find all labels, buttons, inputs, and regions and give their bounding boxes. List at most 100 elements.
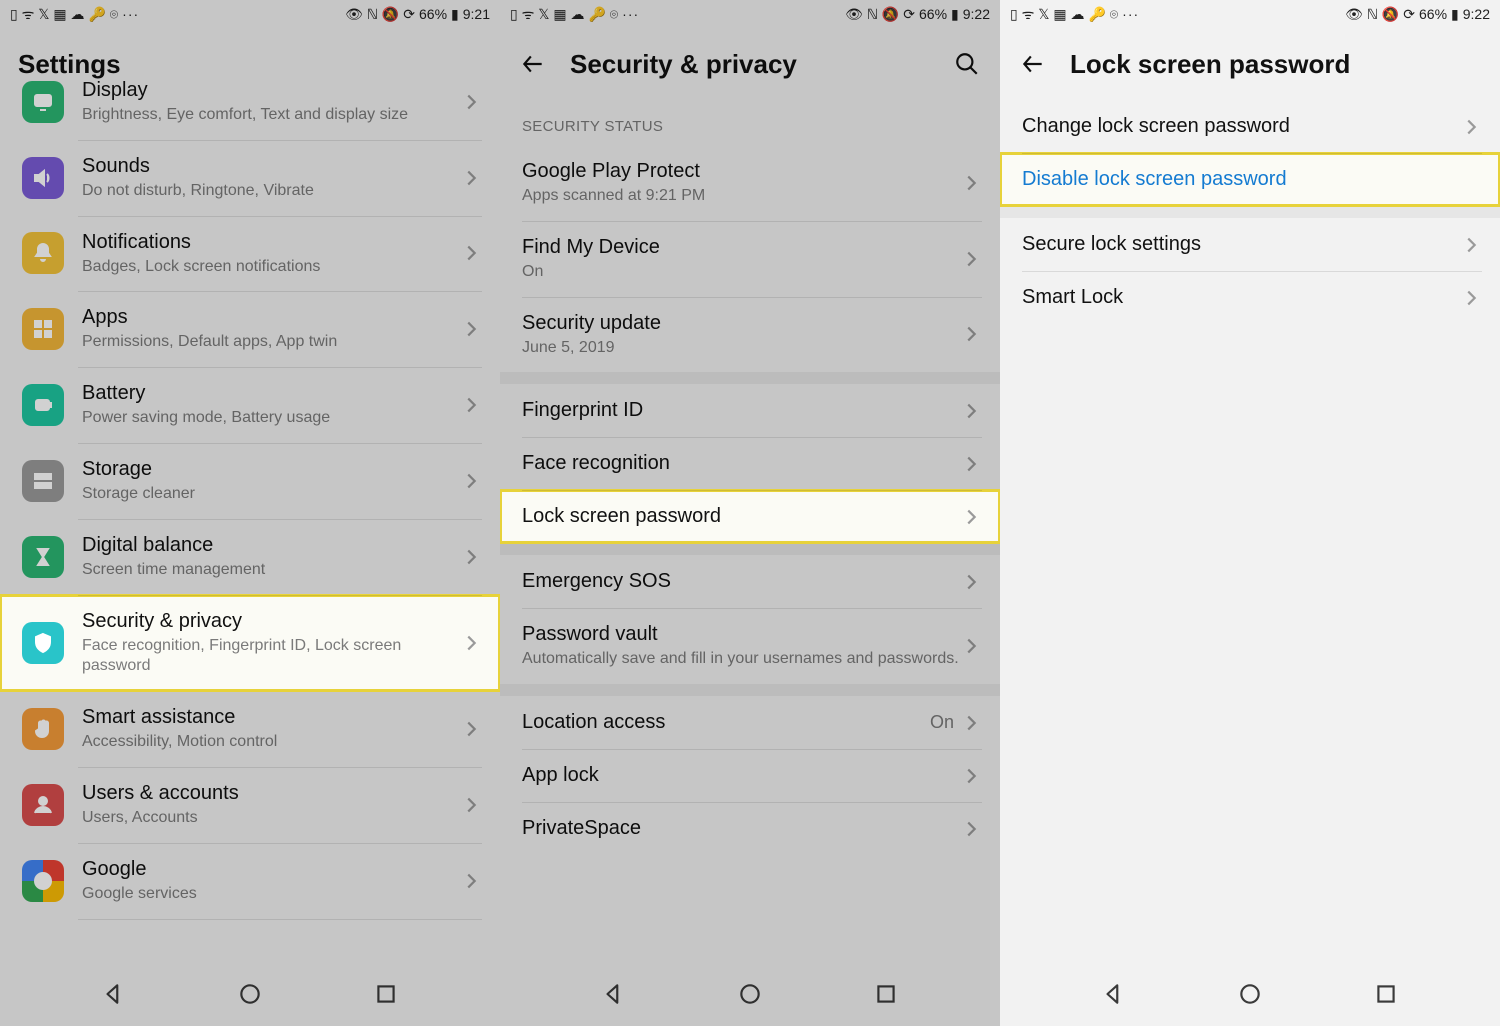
row-label: Google Play Protect xyxy=(522,159,960,184)
status-bar: ▯ ᯤ 𝕏 ▦ ☁ 🔑 ⌾ ··· 👁 ℕ 🔕 ⟳ 66% ▮ 9:22 xyxy=(500,0,1000,28)
chevron-right-icon xyxy=(960,818,982,840)
chevron-right-icon xyxy=(960,635,982,657)
lockscreen-row-smart-lock[interactable]: Smart Lock xyxy=(1000,271,1500,324)
nav-recents-icon[interactable] xyxy=(373,981,399,1012)
row-label: Apps xyxy=(82,305,460,330)
row-label: Sounds xyxy=(82,154,460,179)
status-left-icons: ▯ ᯤ 𝕏 ▦ ☁ 🔑 ⌾ xyxy=(10,5,118,24)
chevron-right-icon xyxy=(460,318,482,340)
row-subtitle: Accessibility, Motion control xyxy=(82,732,460,753)
nav-bar xyxy=(1000,966,1500,1026)
status-left-icons: ▯ ᯤ 𝕏 ▦ ☁ 🔑 ⌾ xyxy=(1010,5,1118,24)
battery-icon: ▮ xyxy=(951,6,959,23)
status-bar: ▯ ᯤ 𝕏 ▦ ☁ 🔑 ⌾ ··· 👁 ℕ 🔕 ⟳ 66% ▮ 9:22 xyxy=(1000,0,1500,28)
screen-security-privacy: ▯ ᯤ 𝕏 ▦ ☁ 🔑 ⌾ ··· 👁 ℕ 🔕 ⟳ 66% ▮ 9:22 Sec… xyxy=(500,0,1000,1026)
row-label: Google xyxy=(82,857,460,882)
row-label: Face recognition xyxy=(522,451,960,476)
row-subtitle: Apps scanned at 9:21 PM xyxy=(522,186,960,207)
search-icon[interactable] xyxy=(952,49,982,79)
chevron-right-icon xyxy=(460,718,482,740)
settings-row-notifications[interactable]: NotificationsBadges, Lock screen notific… xyxy=(0,216,500,292)
security-row-password-vault[interactable]: Password vaultAutomatically save and fil… xyxy=(500,608,1000,684)
security-row-lock-screen-password[interactable]: Lock screen password xyxy=(500,490,1000,543)
settings-row-users-accounts[interactable]: Users & accountsUsers, Accounts xyxy=(0,767,500,843)
nav-recents-icon[interactable] xyxy=(873,981,899,1012)
page-title: Lock screen password xyxy=(1070,49,1482,80)
settings-row-system[interactable]: System xyxy=(0,919,500,930)
row-label: Security & privacy xyxy=(82,609,460,634)
row-label: PrivateSpace xyxy=(522,816,960,841)
security-row-location-access[interactable]: Location accessOn xyxy=(500,696,1000,749)
lockscreen-row-disable-lock-screen-password[interactable]: Disable lock screen password xyxy=(1000,153,1500,206)
row-subtitle: Permissions, Default apps, App twin xyxy=(82,332,460,353)
chevron-right-icon xyxy=(1460,116,1482,138)
security-row-find-my-device[interactable]: Find My DeviceOn xyxy=(500,221,1000,297)
row-label: Display xyxy=(82,78,460,103)
row-subtitle: Do not disturb, Ringtone, Vibrate xyxy=(82,181,460,202)
volume-icon xyxy=(22,157,64,199)
nav-recents-icon[interactable] xyxy=(1373,981,1399,1012)
row-subtitle: June 5, 2019 xyxy=(522,338,960,359)
row-label: Battery xyxy=(82,381,460,406)
security-row-google-play-protect[interactable]: Google Play ProtectApps scanned at 9:21 … xyxy=(500,145,1000,221)
chevron-right-icon xyxy=(960,765,982,787)
settings-row-storage[interactable]: StorageStorage cleaner xyxy=(0,443,500,519)
battery-icon: ▮ xyxy=(451,6,459,23)
settings-row-security-privacy[interactable]: Security & privacyFace recognition, Fing… xyxy=(0,595,500,692)
settings-row-google[interactable]: GoogleGoogle services xyxy=(0,843,500,919)
status-right-icons: 👁 ℕ 🔕 ⟳ xyxy=(845,6,915,23)
chevron-right-icon xyxy=(960,172,982,194)
security-row-emergency-sos[interactable]: Emergency SOS xyxy=(500,555,1000,608)
chevron-right-icon xyxy=(460,470,482,492)
nav-home-icon[interactable] xyxy=(1237,981,1263,1012)
bell-icon xyxy=(22,232,64,274)
chevron-right-icon xyxy=(460,394,482,416)
security-row-app-lock[interactable]: App lock xyxy=(500,749,1000,802)
settings-row-battery[interactable]: BatteryPower saving mode, Battery usage xyxy=(0,367,500,443)
settings-row-digital-balance[interactable]: Digital balanceScreen time management xyxy=(0,519,500,595)
row-subtitle: Storage cleaner xyxy=(82,484,460,505)
screen-lock-screen-password: ▯ ᯤ 𝕏 ▦ ☁ 🔑 ⌾ ··· 👁 ℕ 🔕 ⟳ 66% ▮ 9:22 Loc… xyxy=(1000,0,1500,1026)
chevron-right-icon xyxy=(460,91,482,113)
security-row-security-update[interactable]: Security updateJune 5, 2019 xyxy=(500,297,1000,373)
security-row-fingerprint-id[interactable]: Fingerprint ID xyxy=(500,384,1000,437)
lockscreen-row-change-lock-screen-password[interactable]: Change lock screen password xyxy=(1000,100,1500,153)
status-clock: 9:22 xyxy=(1463,6,1490,22)
row-label: Smart Lock xyxy=(1022,285,1460,310)
status-left-icons: ▯ ᯤ 𝕏 ▦ ☁ 🔑 ⌾ xyxy=(510,5,618,24)
nav-home-icon[interactable] xyxy=(737,981,763,1012)
chevron-right-icon xyxy=(460,167,482,189)
row-label: Change lock screen password xyxy=(1022,114,1460,139)
nav-back-icon[interactable] xyxy=(101,981,127,1012)
settings-row-apps[interactable]: AppsPermissions, Default apps, App twin xyxy=(0,291,500,367)
shield-icon xyxy=(22,622,64,664)
row-subtitle: Google services xyxy=(82,884,460,905)
settings-row-smart-assistance[interactable]: Smart assistanceAccessibility, Motion co… xyxy=(0,691,500,767)
header: Security & privacy xyxy=(500,28,1000,100)
status-more-icon: ··· xyxy=(622,6,639,22)
chevron-right-icon xyxy=(460,870,482,892)
storage-icon xyxy=(22,460,64,502)
lockscreen-row-secure-lock-settings[interactable]: Secure lock settings xyxy=(1000,218,1500,271)
hand-icon xyxy=(22,708,64,750)
security-row-privatespace[interactable]: PrivateSpace xyxy=(500,802,1000,855)
nav-home-icon[interactable] xyxy=(237,981,263,1012)
chevron-right-icon xyxy=(460,546,482,568)
nav-back-icon[interactable] xyxy=(1101,981,1127,1012)
back-icon[interactable] xyxy=(1018,49,1048,79)
battery-icon: ▮ xyxy=(1451,6,1459,23)
status-right-icons: 👁 ℕ 🔕 ⟳ xyxy=(345,6,415,23)
section-label: SECURITY STATUS xyxy=(500,100,1000,145)
back-icon[interactable] xyxy=(518,49,548,79)
security-row-face-recognition[interactable]: Face recognition xyxy=(500,437,1000,490)
nav-back-icon[interactable] xyxy=(601,981,627,1012)
header: Lock screen password xyxy=(1000,28,1500,100)
status-more-icon: ··· xyxy=(1122,6,1139,22)
settings-row-display[interactable]: DisplayBrightness, Eye comfort, Text and… xyxy=(0,64,500,140)
nav-bar xyxy=(0,966,500,1026)
status-battery-pct: 66% xyxy=(419,6,447,22)
chevron-right-icon xyxy=(960,400,982,422)
settings-row-sounds[interactable]: SoundsDo not disturb, Ringtone, Vibrate xyxy=(0,140,500,216)
status-right-icons: 👁 ℕ 🔕 ⟳ xyxy=(1345,6,1415,23)
chevron-right-icon xyxy=(1460,234,1482,256)
